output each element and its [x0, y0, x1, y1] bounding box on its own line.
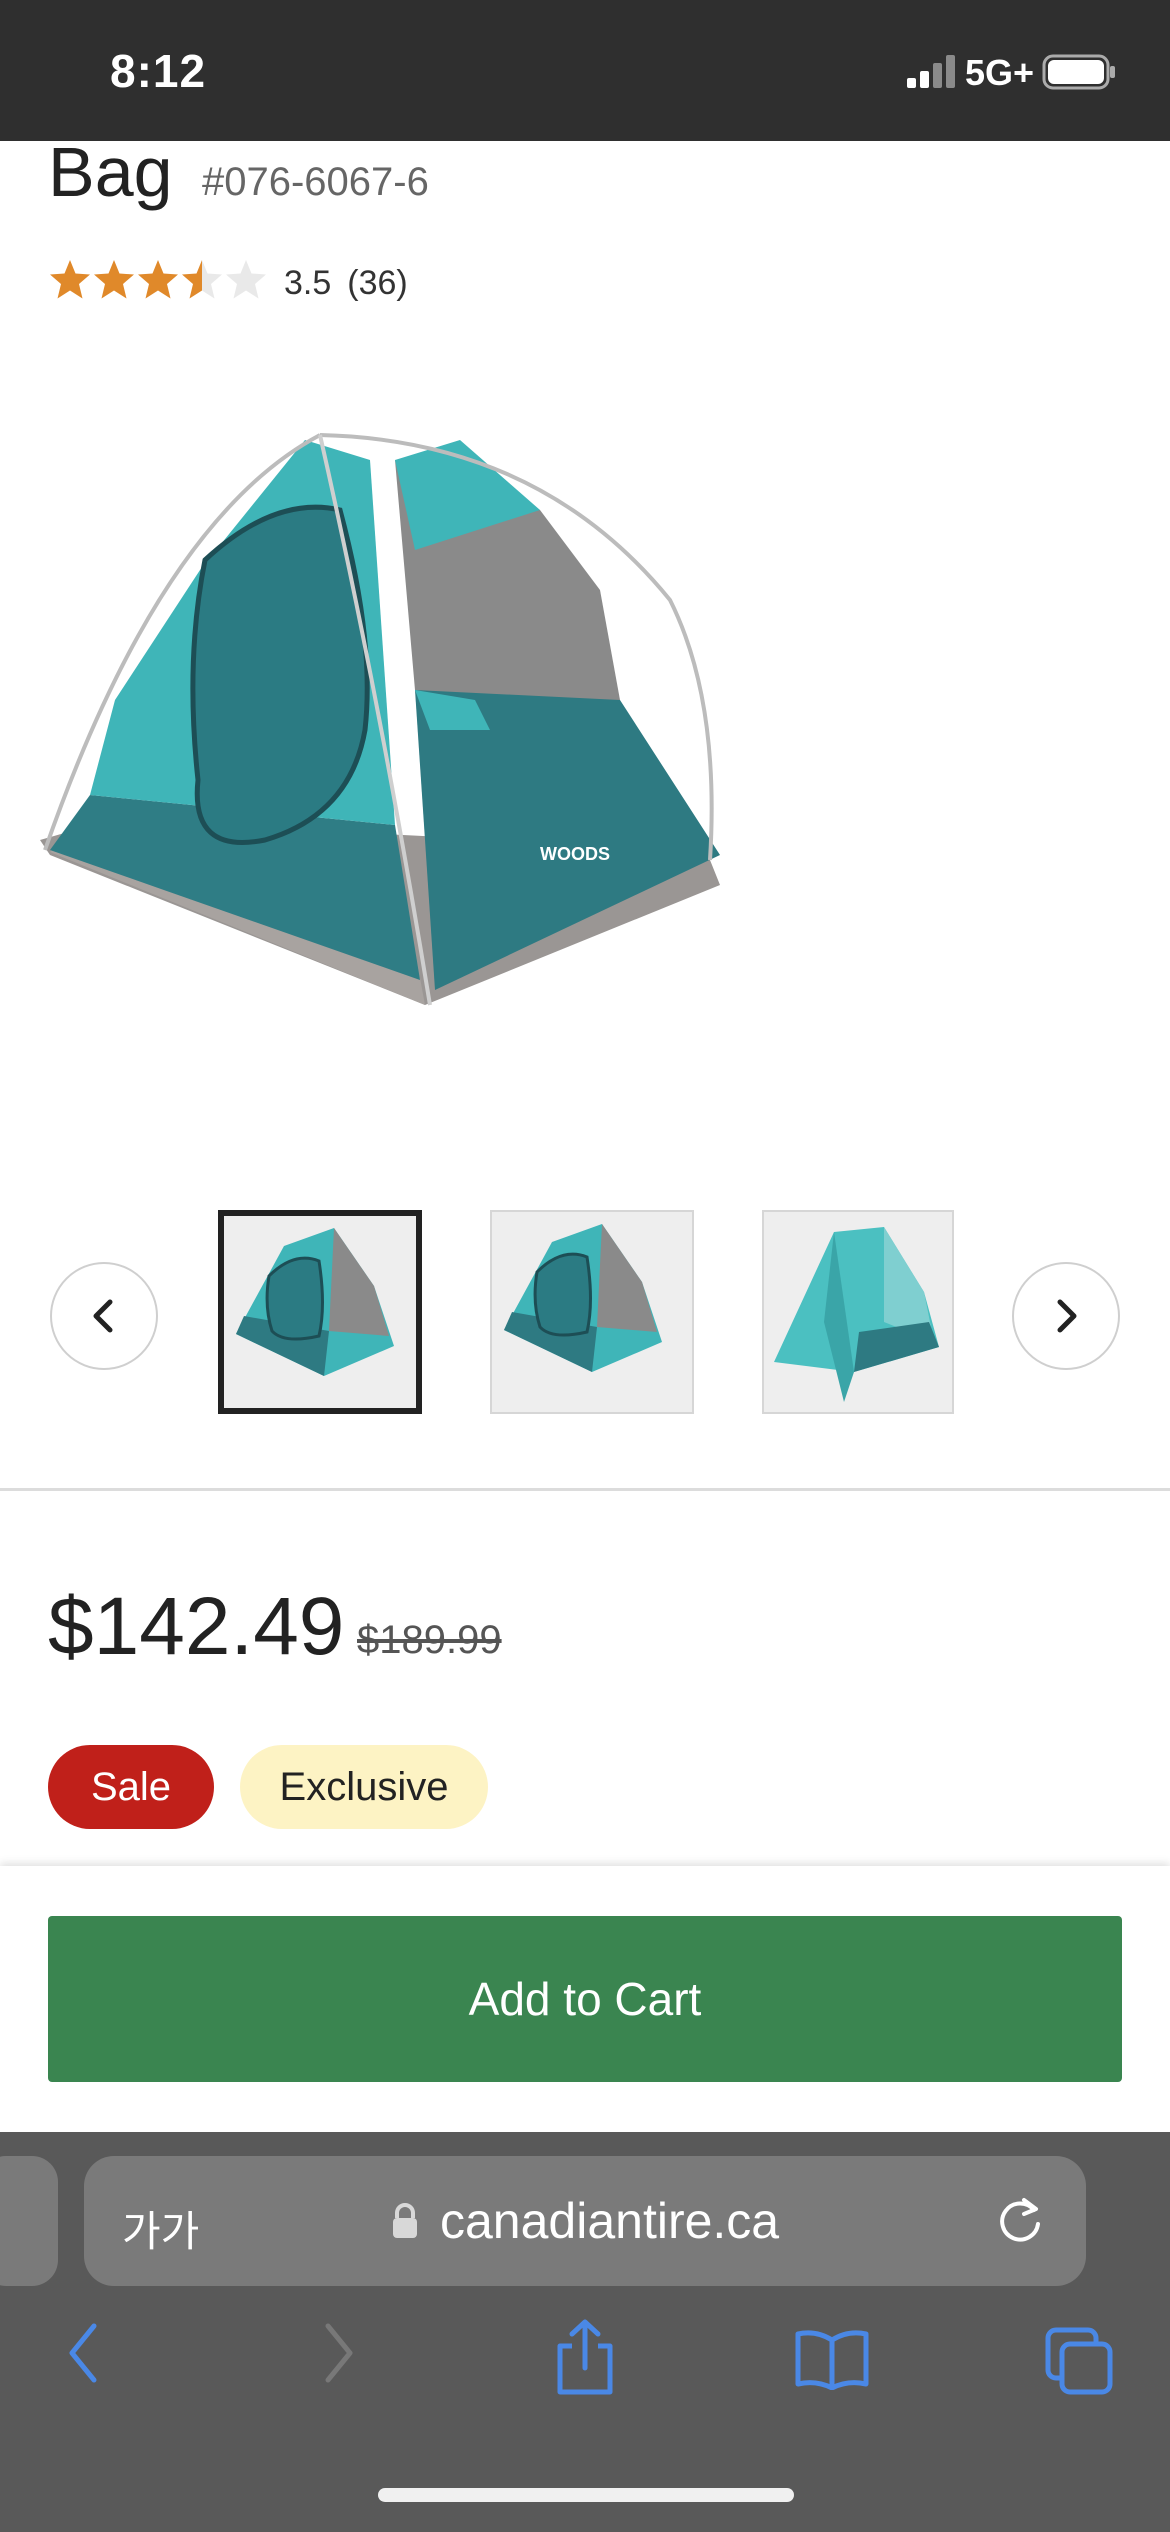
sale-badge: Sale: [48, 1745, 214, 1829]
original-price: $189.99: [357, 1618, 502, 1662]
review-count[interactable]: (36): [347, 264, 407, 302]
previous-image-button[interactable]: [50, 1262, 158, 1370]
next-image-button[interactable]: [1012, 1262, 1120, 1370]
status-bar: 8:12 5G+: [0, 0, 1170, 141]
tent-thumbnail-image: [774, 1227, 939, 1402]
previous-tab-peek[interactable]: [0, 2156, 58, 2286]
book-icon[interactable]: [794, 2328, 870, 2390]
tent-thumbnail-image: [504, 1224, 662, 1372]
network-type: 5G+: [965, 52, 1035, 93]
thumbnail-3[interactable]: [762, 1210, 954, 1414]
star-rating-icon: [50, 260, 266, 299]
tabs-icon[interactable]: [1044, 2326, 1114, 2396]
forward-arrow-icon[interactable]: [318, 2320, 358, 2386]
cellular-signal-icon: [907, 55, 955, 88]
page-settings-button[interactable]: 가가: [122, 2198, 199, 2259]
rating-value: 3.5: [284, 264, 332, 302]
product-sku: #076-6067-6: [202, 160, 429, 204]
product-title: Bag: [48, 133, 173, 211]
status-time: 8:12: [110, 45, 207, 97]
thumbnail-2[interactable]: [490, 1210, 694, 1414]
chevron-left-icon: [93, 1299, 113, 1333]
section-divider: [0, 1488, 1170, 1491]
exclusive-badge: Exclusive: [240, 1745, 488, 1829]
product-main-image[interactable]: WOODS: [20, 400, 1000, 1020]
tent-logo-text: WOODS: [540, 844, 610, 864]
url-domain: canadiantire.ca: [440, 2193, 780, 2249]
chevron-right-icon: [1057, 1299, 1077, 1333]
share-icon[interactable]: [550, 2318, 620, 2398]
add-to-cart-button[interactable]: Add to Cart: [48, 1916, 1122, 2082]
current-price: $142.49: [48, 1581, 345, 1672]
home-indicator: [378, 2488, 794, 2502]
battery-icon: [1042, 54, 1115, 90]
lock-icon: [393, 2203, 417, 2238]
image-thumbnail-carousel: [0, 1210, 1170, 1420]
reload-icon[interactable]: [994, 2194, 1046, 2246]
thumbnail-1[interactable]: [218, 1210, 422, 1414]
tent-thumbnail-image: [236, 1228, 394, 1376]
address-bar[interactable]: 가가 canadiantire.ca: [84, 2156, 1086, 2286]
back-arrow-icon[interactable]: [64, 2320, 104, 2386]
